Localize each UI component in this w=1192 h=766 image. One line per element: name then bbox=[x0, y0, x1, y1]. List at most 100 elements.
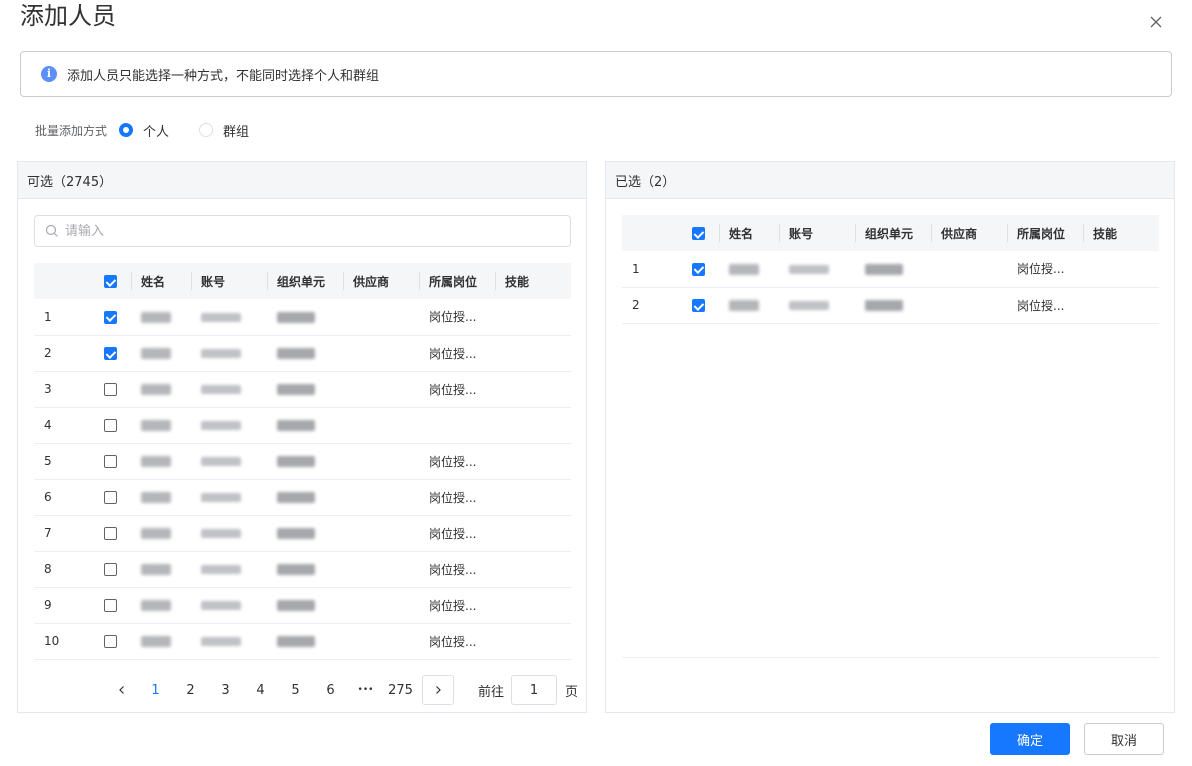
column-header-index bbox=[34, 263, 89, 299]
checkbox-icon[interactable] bbox=[103, 455, 117, 468]
checkbox-icon[interactable] bbox=[103, 635, 117, 648]
goto-page-input[interactable] bbox=[511, 675, 558, 705]
checkbox-icon[interactable] bbox=[103, 310, 117, 324]
column-header-position[interactable]: 所属岗位 bbox=[1007, 215, 1083, 251]
cell-name bbox=[131, 443, 191, 480]
cell-supplier bbox=[343, 551, 419, 588]
page-last[interactable]: 275 bbox=[383, 683, 418, 698]
checkbox-icon[interactable] bbox=[103, 491, 117, 504]
page-3[interactable]: 3 bbox=[208, 683, 243, 698]
row-checkbox[interactable] bbox=[89, 299, 131, 336]
page-1[interactable]: 1 bbox=[138, 683, 173, 698]
column-header-name[interactable]: 姓名 bbox=[719, 215, 779, 251]
cell-supplier bbox=[343, 587, 419, 624]
checkbox-icon[interactable] bbox=[691, 299, 705, 312]
row-checkbox[interactable] bbox=[89, 551, 131, 588]
radio-group-dot[interactable] bbox=[199, 123, 214, 137]
search-input[interactable] bbox=[65, 223, 545, 239]
redacted-org-unit bbox=[277, 348, 315, 359]
radio-group[interactable]: 群组 bbox=[199, 121, 249, 140]
row-checkbox[interactable] bbox=[89, 371, 131, 408]
cell-skill bbox=[495, 443, 571, 480]
table-row[interactable]: 1 岗位授... bbox=[34, 299, 571, 336]
row-checkbox[interactable] bbox=[89, 623, 131, 660]
cell-account bbox=[191, 407, 267, 444]
column-header-name[interactable]: 姓名 bbox=[131, 263, 191, 299]
checkbox-icon[interactable] bbox=[103, 383, 117, 396]
row-checkbox[interactable] bbox=[89, 335, 131, 372]
page-5[interactable]: 5 bbox=[278, 683, 313, 698]
page-2[interactable]: 2 bbox=[173, 683, 208, 698]
table-row[interactable]: 2 岗位授... bbox=[34, 335, 571, 372]
cell-org-unit bbox=[267, 479, 343, 516]
table-row[interactable]: 5 岗位授... bbox=[34, 443, 571, 480]
redacted-name bbox=[141, 528, 171, 539]
row-checkbox[interactable] bbox=[89, 479, 131, 516]
checkbox-icon[interactable] bbox=[103, 599, 117, 612]
select-all-checkbox[interactable] bbox=[677, 215, 719, 251]
table-row[interactable]: 9 岗位授... bbox=[34, 587, 571, 624]
table-row[interactable]: 6 岗位授... bbox=[34, 479, 571, 516]
column-header-org-unit[interactable]: 组织单元 bbox=[267, 263, 343, 299]
cell-position: 岗位授... bbox=[419, 299, 495, 336]
column-header-skill[interactable]: 技能 bbox=[1083, 215, 1159, 251]
search-box[interactable] bbox=[34, 215, 571, 247]
redacted-name bbox=[141, 564, 171, 575]
checkbox-icon[interactable] bbox=[103, 347, 117, 360]
checkbox-icon[interactable] bbox=[103, 563, 117, 576]
row-checkbox[interactable] bbox=[89, 587, 131, 624]
table-row[interactable]: 8 岗位授... bbox=[34, 551, 571, 588]
row-index: 1 bbox=[622, 251, 677, 288]
prev-page-button[interactable] bbox=[106, 675, 138, 705]
select-all-checkbox[interactable] bbox=[89, 263, 131, 299]
row-checkbox[interactable] bbox=[89, 515, 131, 552]
close-icon[interactable] bbox=[1148, 14, 1164, 30]
row-checkbox[interactable] bbox=[89, 443, 131, 480]
cell-account bbox=[191, 335, 267, 372]
cell-account bbox=[191, 443, 267, 480]
table-row[interactable]: 2 岗位授... bbox=[622, 287, 1159, 324]
checkbox-icon[interactable] bbox=[103, 275, 117, 288]
page-6[interactable]: 6 bbox=[313, 683, 348, 698]
redacted-account bbox=[789, 264, 829, 274]
column-header-org-unit[interactable]: 组织单元 bbox=[855, 215, 931, 251]
cell-position: 岗位授... bbox=[419, 371, 495, 408]
redacted-account bbox=[201, 637, 241, 646]
redacted-org-unit bbox=[277, 492, 315, 503]
cell-supplier bbox=[343, 335, 419, 372]
page-4[interactable]: 4 bbox=[243, 683, 278, 698]
next-page-button[interactable] bbox=[422, 675, 454, 705]
cell-supplier bbox=[343, 299, 419, 336]
column-header-supplier[interactable]: 供应商 bbox=[343, 263, 419, 299]
cell-account bbox=[191, 371, 267, 408]
column-header-position[interactable]: 所属岗位 bbox=[419, 263, 495, 299]
checkbox-icon[interactable] bbox=[103, 419, 117, 432]
redacted-org-unit bbox=[277, 564, 315, 575]
column-header-skill[interactable]: 技能 bbox=[495, 263, 571, 299]
table-row[interactable]: 4 bbox=[34, 407, 571, 444]
table-row[interactable]: 7 岗位授... bbox=[34, 515, 571, 552]
column-header-account[interactable]: 账号 bbox=[779, 215, 855, 251]
table-row[interactable]: 1 岗位授... bbox=[622, 251, 1159, 288]
row-checkbox[interactable] bbox=[677, 287, 719, 324]
cell-skill bbox=[1083, 251, 1159, 288]
checkbox-icon[interactable] bbox=[691, 262, 705, 276]
redacted-name bbox=[141, 636, 171, 647]
checkbox-icon[interactable] bbox=[691, 227, 705, 240]
cancel-button[interactable]: 取消 bbox=[1084, 723, 1164, 755]
column-header-account[interactable]: 账号 bbox=[191, 263, 267, 299]
column-header-supplier[interactable]: 供应商 bbox=[931, 215, 1007, 251]
redacted-org-unit bbox=[277, 456, 315, 467]
page-ellipsis[interactable]: ••• bbox=[348, 685, 383, 695]
confirm-button[interactable]: 确定 bbox=[990, 723, 1070, 755]
redacted-account bbox=[789, 301, 829, 310]
row-checkbox[interactable] bbox=[677, 251, 719, 288]
table-row[interactable]: 10 岗位授... bbox=[34, 623, 571, 660]
table-row[interactable]: 3 岗位授... bbox=[34, 371, 571, 408]
radio-individual-dot[interactable] bbox=[119, 123, 134, 137]
radio-individual[interactable]: 个人 bbox=[119, 121, 169, 140]
checkbox-icon[interactable] bbox=[103, 527, 117, 540]
row-checkbox[interactable] bbox=[89, 407, 131, 444]
redacted-org-unit bbox=[277, 636, 315, 647]
redacted-name bbox=[141, 420, 171, 431]
